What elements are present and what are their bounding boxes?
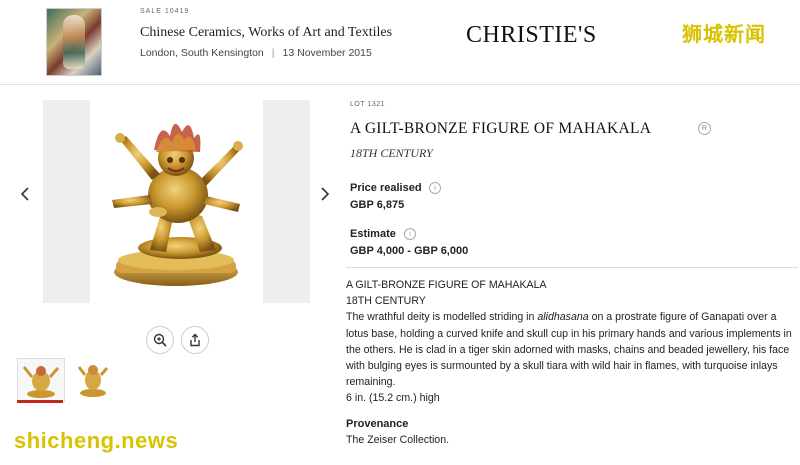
meta-separator: |: [271, 47, 275, 59]
estimate-value: GBP 4,000 - GBP 6,000: [350, 245, 469, 257]
description-body-term: alidhasana: [537, 311, 589, 324]
provenance-label: Provenance: [346, 418, 409, 430]
price-info-icon[interactable]: i: [429, 182, 441, 194]
thumbnail-image: [22, 366, 60, 398]
section-divider: [346, 267, 798, 268]
watermark-top: 狮城新闻: [682, 24, 766, 46]
sale-header: SALE 10419 Chinese Ceramics, Works of Ar…: [0, 0, 800, 85]
thumbnail-selected-indicator: [17, 400, 63, 403]
estimate-label: Estimate: [350, 228, 396, 240]
thumbnail-1[interactable]: [17, 358, 65, 402]
mahakala-figure-image: [112, 123, 243, 286]
registered-icon: R: [698, 122, 711, 135]
lot-description: A GILT-BRONZE FIGURE OF MAHAKALA 18TH CE…: [346, 277, 798, 407]
price-realised-value: GBP 6,875: [350, 199, 405, 211]
description-body: The wrathful deity is modelled striding …: [346, 309, 798, 390]
provenance-text: The Zeiser Collection.: [346, 434, 450, 446]
lot-century: 18TH CENTURY: [350, 146, 433, 160]
sale-date: 13 November 2015: [282, 47, 372, 59]
sale-cover-image[interactable]: [46, 8, 102, 76]
lot-title: A GILT-BRONZE FIGURE OF MAHAKALA: [350, 120, 652, 137]
lot-main-image[interactable]: [90, 100, 263, 303]
description-title: A GILT-BRONZE FIGURE OF MAHAKALA: [346, 279, 547, 291]
christies-logo[interactable]: CHRISTIE'S: [466, 22, 597, 49]
price-realised-label: Price realised: [350, 182, 422, 194]
zoom-button[interactable]: [146, 326, 174, 354]
description-century: 18TH CENTURY: [346, 295, 426, 308]
sale-number: SALE 10419: [140, 8, 190, 15]
gallery-side-panel-left: [43, 100, 90, 303]
thumbnail-image: [77, 365, 109, 397]
thumbnail-2[interactable]: [71, 358, 117, 400]
lot-number: LOT 1321: [350, 101, 386, 108]
watermark-bottom: shicheng.news: [14, 428, 179, 453]
chevron-right-icon: [321, 187, 330, 201]
sale-meta: London, South Kensington | 13 November 201…: [140, 47, 372, 59]
sale-location: London, South Kensington: [140, 47, 264, 59]
share-button[interactable]: [181, 326, 209, 354]
estimate-info-icon[interactable]: i: [404, 228, 416, 240]
gallery-next-button[interactable]: [320, 186, 330, 207]
sale-title[interactable]: Chinese Ceramics, Works of Art and Texti…: [140, 25, 392, 41]
gallery-prev-button[interactable]: [20, 186, 30, 207]
share-icon: [190, 333, 200, 347]
description-body-start: The wrathful deity is modelled striding …: [346, 311, 538, 324]
zoom-in-icon: [153, 333, 167, 347]
gallery-side-panel-right: [263, 100, 310, 303]
chevron-left-icon: [20, 187, 29, 201]
description-size: 6 in. (15.2 cm.) high: [346, 392, 440, 405]
